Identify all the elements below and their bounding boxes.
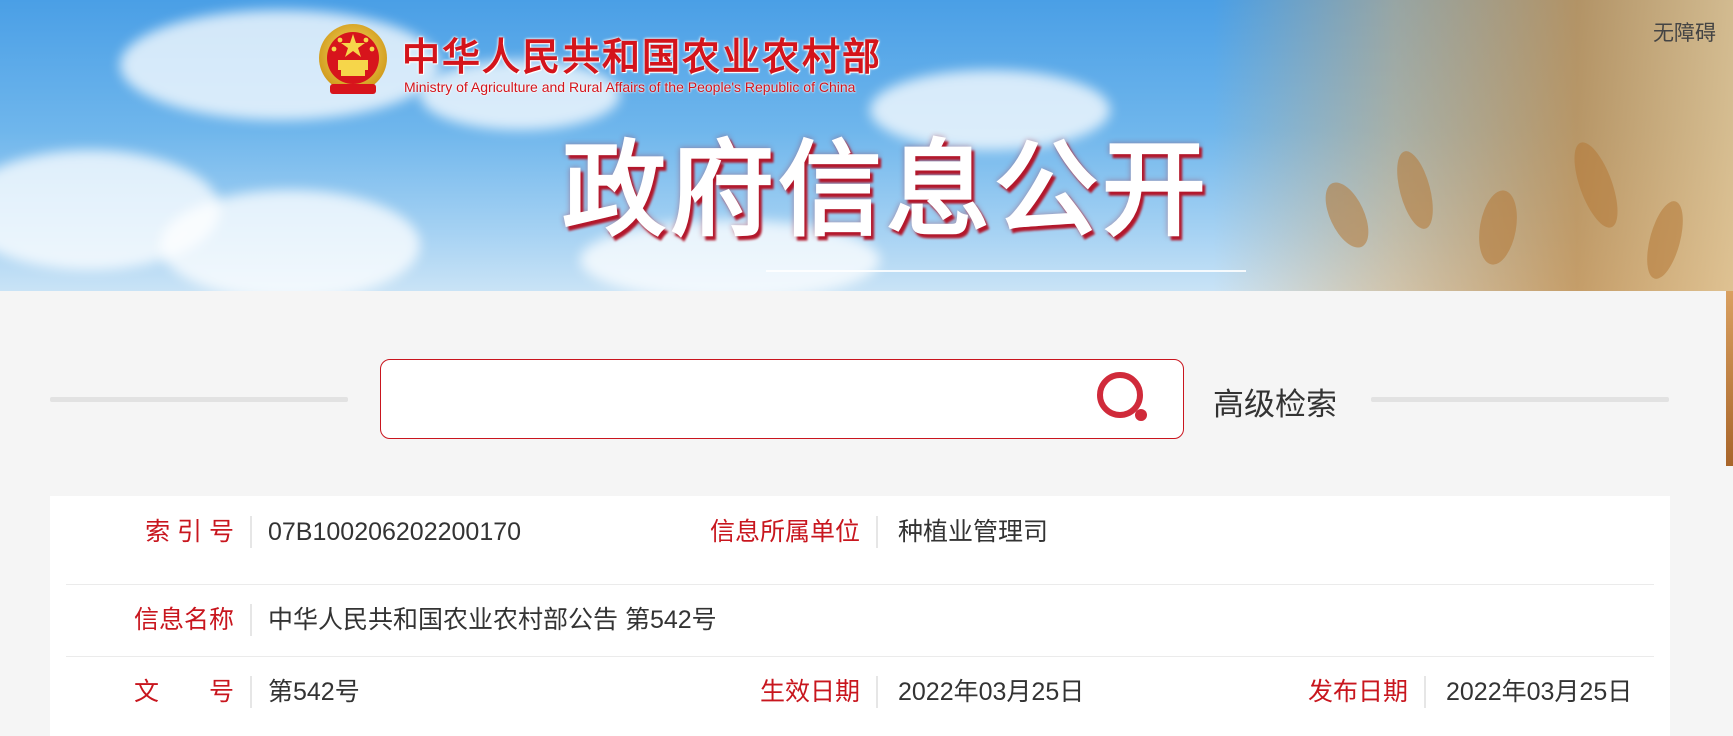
separator [876, 516, 878, 548]
accessibility-link[interactable]: 无障碍 [1653, 17, 1716, 47]
search-input[interactable] [401, 370, 1085, 430]
divider-right [1371, 397, 1669, 402]
separator [250, 676, 252, 708]
effective-date-value: 2022年03月25日 [898, 678, 1085, 706]
search-button[interactable] [1094, 370, 1156, 430]
cloud-decoration [120, 10, 440, 120]
separator [250, 604, 252, 636]
cloud-decoration [160, 190, 420, 291]
unit-value: 种植业管理司 [898, 518, 1049, 546]
unit-label: 信息所属单位 [709, 518, 860, 546]
info-row-index: 索 引 号 07B100206202200170 信息所属单位 种植业管理司 [66, 496, 1654, 568]
search-icon [1097, 372, 1147, 421]
effective-date-label: 生效日期 [759, 678, 860, 706]
index-value: 07B100206202200170 [268, 518, 522, 546]
page-title: 政府信息公开 [562, 129, 1211, 251]
ministry-name-en: Ministry of Agriculture and Rural Affair… [404, 79, 856, 95]
national-emblem-icon [316, 22, 390, 100]
separator [250, 516, 252, 548]
advanced-search-link[interactable]: 高级检索 [1213, 379, 1337, 424]
publish-date-label: 发布日期 [1307, 678, 1408, 706]
doc-no-value: 第542号 [268, 678, 360, 706]
separator [1424, 676, 1426, 708]
search-section: 高级检索 [0, 291, 1733, 491]
publish-date-value: 2022年03月25日 [1446, 678, 1633, 706]
name-label: 信息名称 [133, 606, 234, 634]
separator [876, 676, 878, 708]
index-label: 索 引 号 [145, 518, 234, 546]
title-underline [766, 270, 1246, 272]
info-row-name: 信息名称 中华人民共和国农业农村部公告 第542号 [66, 584, 1654, 656]
search-box [380, 359, 1184, 439]
name-value: 中华人民共和国农业农村部公告 第542号 [268, 606, 717, 634]
ministry-name-cn: 中华人民共和国农业农村部 [402, 34, 883, 79]
info-row-doc: 文 号 第542号 生效日期 2022年03月25日 发布日期 2022年03月… [66, 656, 1654, 728]
divider-left [50, 397, 348, 402]
document-info-panel: 索 引 号 07B100206202200170 信息所属单位 种植业管理司 信… [50, 496, 1670, 736]
doc-no-label: 文 号 [133, 678, 234, 706]
header-banner: 中华人民共和国农业农村部 Ministry of Agriculture and… [0, 0, 1733, 291]
